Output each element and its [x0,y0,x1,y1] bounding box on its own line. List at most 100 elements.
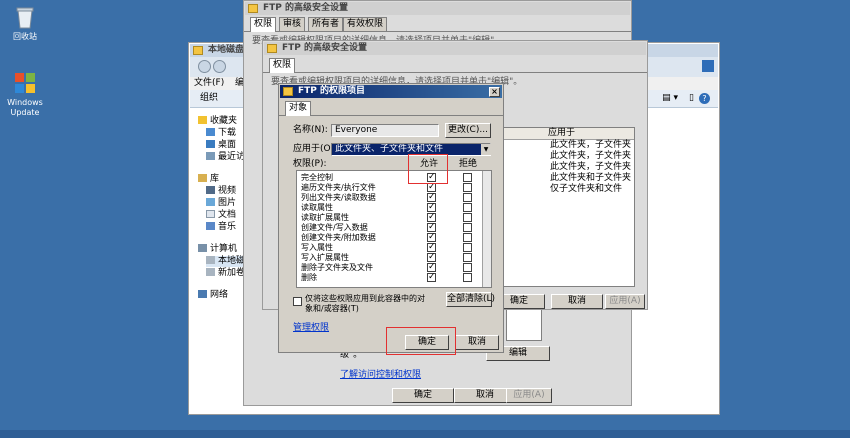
deny-checkbox[interactable] [463,173,472,182]
picture-icon [206,198,215,206]
library-icon [198,174,207,182]
name-field: Everyone [331,124,439,137]
deny-checkbox[interactable] [463,203,472,212]
allow-checkbox[interactable]: ✓ [427,233,436,242]
cancel-button[interactable]: 取消 [551,294,603,309]
deny-checkbox[interactable] [463,273,472,282]
tab-strip: 对象 [279,101,503,116]
only-apply-checkbox[interactable] [293,297,302,306]
drive-icon [206,268,215,276]
deny-column-header: 拒绝 [459,159,478,169]
learn-access-control-link[interactable]: 了解访问控制和权限 [340,367,421,380]
sidebar-item-network[interactable]: 网络 [198,290,228,301]
tab-permissions[interactable]: 权限 [250,17,277,32]
cancel-button[interactable]: 取消 [455,335,499,350]
sidebar-item-local-disk[interactable]: 本地磁 [206,256,246,267]
search-icon[interactable] [702,60,714,72]
sidebar-item-downloads[interactable]: 下载 [206,128,236,139]
allow-checkbox[interactable]: ✓ [427,183,436,192]
column-apply-to[interactable]: 应用于 [548,128,575,139]
permission-entry-dialog: FTP 的权限项目 × 对象 名称(N): Everyone 更改(C)... … [278,83,504,353]
allow-checkbox[interactable]: ✓ [427,203,436,212]
window-title: FTP 的高级安全设置 [282,43,368,53]
allow-checkbox[interactable]: ✓ [427,263,436,272]
dialog-title: FTP 的权限项目 [298,86,366,96]
manage-permissions-link[interactable]: 管理权限 [293,320,329,333]
sidebar-item-libraries[interactable]: 库 [198,174,219,185]
desktop-icon-label: Windows Update [7,98,43,117]
list-item[interactable]: 此文件夹，子文件夹 [550,162,631,173]
menu-file[interactable]: 文件(F) [194,78,224,89]
list-item[interactable]: 此文件夹，子文件夹 [550,151,631,162]
ok-button[interactable]: 确定 [392,388,454,403]
folder-icon [193,46,203,55]
close-icon[interactable]: × [489,87,500,97]
forward-icon[interactable] [213,60,226,73]
allow-checkbox[interactable]: ✓ [427,273,436,282]
allow-checkbox[interactable]: ✓ [427,213,436,222]
deny-checkbox[interactable] [463,183,472,192]
sidebar-item-videos[interactable]: 视频 [206,186,236,197]
sidebar-item-music[interactable]: 音乐 [206,222,236,233]
drive-icon [206,256,215,264]
permission-name: 删除 [301,273,317,282]
sidebar-item-recent[interactable]: 最近访 [206,152,245,163]
change-button[interactable]: 更改(C)... [445,123,491,138]
folder-icon [248,4,258,13]
view-options-icon[interactable]: ▤ ▾ [662,93,678,104]
tab-permissions[interactable]: 权限 [269,58,296,73]
chevron-down-icon[interactable]: ▼ [481,144,491,155]
permissions-scrollbar[interactable] [482,171,491,287]
recent-icon [206,152,215,160]
windows-update-shortcut[interactable]: Windows Update [0,70,50,118]
apply-button[interactable]: 应用(A) [605,294,645,309]
tab-auditing[interactable]: 审核 [279,17,306,31]
ok-button-highlight [386,327,456,355]
network-icon [198,290,207,298]
window-title: FTP 的高级安全设置 [263,3,349,13]
permission-row: 删除 ✓ [297,273,483,283]
deny-checkbox[interactable] [463,193,472,202]
permissions-label: 权限(P): [293,159,327,169]
allow-checkbox[interactable]: ✓ [427,253,436,262]
tab-owner[interactable]: 所有者 [308,17,344,31]
list-item[interactable]: 仅子文件夹和文件 [550,184,622,195]
tab-effective-permissions[interactable]: 有效权限 [343,17,388,31]
help-icon[interactable]: ? [699,93,710,104]
recycle-bin-shortcut[interactable]: 回收站 [0,4,50,42]
music-icon [206,222,215,230]
recycle-bin-icon [12,4,38,30]
sidebar-item-pictures[interactable]: 图片 [206,198,236,209]
clear-all-button[interactable]: 全部清除(L) [446,292,495,307]
deny-checkbox[interactable] [463,243,472,252]
allow-checkbox[interactable]: ✓ [427,243,436,252]
desktop-icon-label: 回收站 [13,32,37,41]
list-item[interactable]: 此文件夹，子文件夹 [550,140,631,151]
windows-update-icon [12,70,38,96]
deny-checkbox[interactable] [463,213,472,222]
list-item[interactable]: 此文件夹和子文件夹 [550,173,631,184]
tab-object[interactable]: 对象 [285,101,312,116]
star-icon [198,116,207,124]
deny-checkbox[interactable] [463,253,472,262]
allow-checkbox[interactable]: ✓ [427,223,436,232]
apply-button[interactable]: 应用(A) [506,388,552,403]
preview-pane-icon[interactable]: ▯ [689,93,694,104]
allow-checkbox[interactable]: ✓ [427,193,436,202]
sidebar-item-new-volume[interactable]: 新加卷 [206,268,245,279]
folder-icon [267,44,277,53]
allow-full-control-highlight [408,154,448,184]
deny-checkbox[interactable] [463,223,472,232]
deny-checkbox[interactable] [463,263,472,272]
sidebar-item-favorites[interactable]: 收藏夹 [198,116,237,127]
tab-strip: 权限 [263,58,647,73]
sidebar-item-desktop[interactable]: 桌面 [206,140,236,151]
deny-checkbox[interactable] [463,233,472,242]
folder-icon [283,87,293,96]
back-icon[interactable] [198,60,211,73]
sidebar-item-documents[interactable]: 文档 [206,210,236,221]
sidebar-item-computer[interactable]: 计算机 [198,244,237,255]
taskbar-strip [0,430,850,438]
computer-icon [198,244,207,252]
organize-button[interactable]: 组织 [200,93,218,104]
